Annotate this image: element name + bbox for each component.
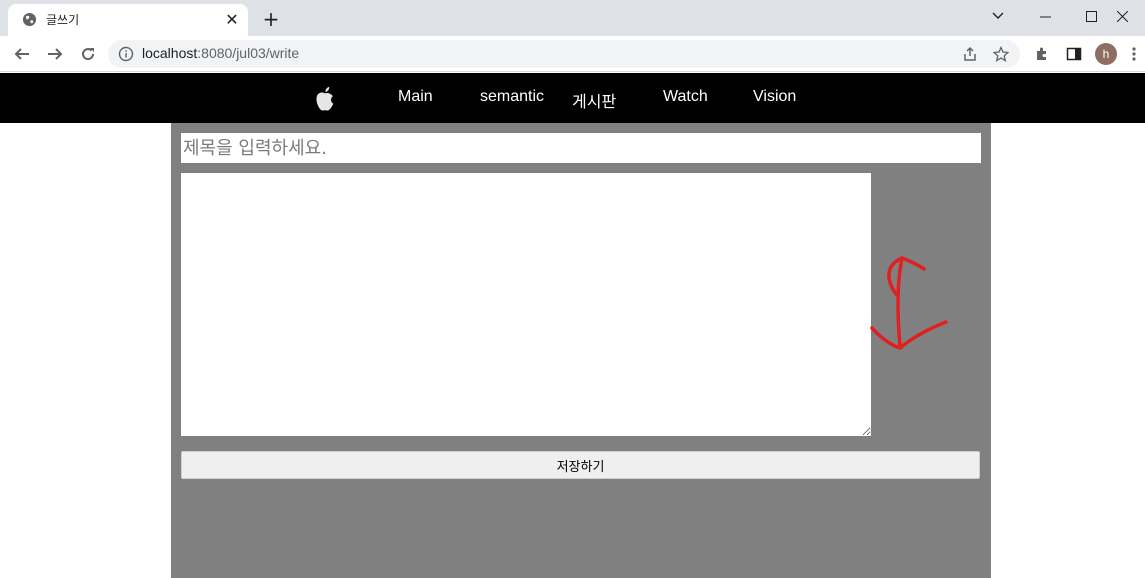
site-navbar: Main semantic 게시판 Watch Vision (0, 73, 1145, 123)
minimize-icon (1039, 16, 1051, 17)
share-icon (964, 46, 976, 61)
nav-item-semantic[interactable]: semantic (480, 88, 544, 106)
tab-close-button[interactable]: ✕ (222, 10, 242, 30)
url-text[interactable]: localhost:8080/jul03/write (142, 45, 299, 61)
share-button[interactable] (960, 44, 980, 64)
nav-item-watch[interactable]: Watch (663, 88, 708, 106)
avatar: h (1095, 43, 1117, 65)
title-input[interactable] (181, 133, 981, 163)
forward-icon (48, 48, 63, 60)
nav-item-main[interactable]: Main (398, 88, 433, 106)
browser-tab[interactable]: 글쓰기 ✕ (8, 4, 248, 36)
menu-icon (1132, 47, 1136, 61)
reload-icon (82, 48, 95, 61)
browser-menu-button[interactable] (1124, 40, 1144, 68)
sidepanel-icon (1066, 47, 1082, 61)
address-bar[interactable]: localhost:8080/jul03/write (108, 40, 1020, 68)
back-icon (14, 48, 29, 60)
save-button[interactable]: 저장하기 (181, 451, 980, 479)
browser-toolbar: localhost:8080/jul03/write h (0, 36, 1145, 72)
bookmark-button[interactable] (991, 44, 1011, 64)
forward-button[interactable] (41, 40, 69, 68)
maximize-icon (1085, 10, 1097, 22)
back-button[interactable] (8, 40, 36, 68)
extensions-button[interactable] (1028, 40, 1056, 68)
globe-icon (22, 12, 37, 27)
star-icon (993, 46, 1009, 62)
tab-title: 글쓰기 (46, 13, 80, 27)
apple-icon[interactable] (313, 86, 337, 112)
nav-item-vision[interactable]: Vision (753, 88, 796, 106)
extensions-icon (1037, 47, 1046, 60)
tab-strip: 글쓰기 ✕ + (0, 0, 1145, 36)
side-panel-button[interactable] (1060, 40, 1088, 68)
tab-search-icon (992, 12, 1004, 19)
reload-button[interactable] (74, 40, 102, 68)
minimize-button[interactable] (1022, 0, 1068, 32)
resize-arrow-annotation (870, 256, 948, 350)
url-host: localhost (142, 45, 198, 61)
url-path: :8080/jul03/write (197, 45, 300, 61)
info-icon[interactable] (118, 46, 134, 62)
close-window-button[interactable] (1099, 0, 1145, 32)
tab-search-button[interactable] (975, 0, 1021, 32)
new-tab-button[interactable]: + (258, 6, 284, 32)
profile-button[interactable]: h (1092, 40, 1120, 68)
close-window-icon (1116, 10, 1128, 22)
nav-item-board[interactable]: 게시판 (572, 88, 616, 112)
content-textarea[interactable] (181, 173, 871, 436)
